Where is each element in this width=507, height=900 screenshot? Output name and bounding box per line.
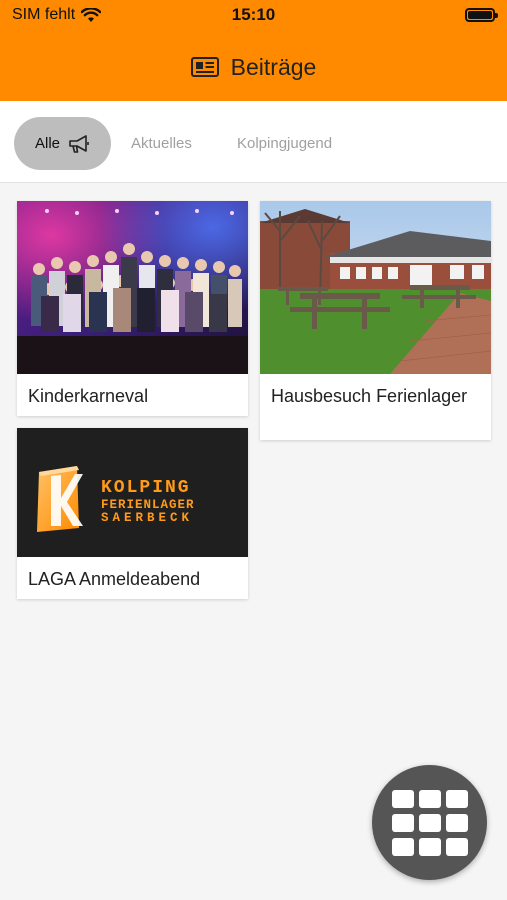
post-image: KOLPING FERIENLAGER SAERBECK [17, 428, 248, 557]
post-image [17, 201, 248, 374]
post-card-laga-anmeldeabend[interactable]: KOLPING FERIENLAGER SAERBECK LAGA Anmeld… [17, 428, 248, 599]
svg-text:SAERBECK: SAERBECK [101, 511, 193, 525]
tab-alle[interactable]: Alle [14, 117, 111, 170]
app-header: SIM fehlt 15:10 Beiträge [0, 0, 507, 101]
tab-label: Alle [34, 135, 60, 152]
post-title: Hausbesuch Ferienlager [271, 386, 468, 406]
post-card-kinderkarneval[interactable]: Kinderkarneval [17, 201, 248, 416]
newspaper-icon [190, 57, 219, 77]
tab-kolpingjugend[interactable]: Kolpingjugend [237, 117, 332, 170]
status-bar: SIM fehlt 15:10 [0, 0, 507, 32]
kolping-logo-image: KOLPING FERIENLAGER SAERBECK [17, 428, 248, 557]
battery-icon [465, 8, 498, 22]
header-title-row: Beiträge [0, 50, 507, 84]
post-card-hausbesuch-ferienlager[interactable]: Hausbesuch Ferienlager [260, 201, 491, 440]
post-title: LAGA Anmeldeabend [28, 569, 201, 589]
tab-label: Kolpingjugend [237, 135, 333, 152]
tab-aktuelles[interactable]: Aktuelles [131, 117, 192, 170]
svg-text:KOLPING: KOLPING [101, 478, 191, 498]
megaphone-icon [69, 134, 89, 153]
page-title: Beiträge [230, 53, 317, 80]
tab-label: Aktuelles [131, 135, 192, 152]
grid-menu-button[interactable] [372, 765, 487, 880]
svg-text:FERIENLAGER: FERIENLAGER [101, 498, 195, 512]
category-tabs: Alle Aktuelles Kolpingjugend [0, 101, 507, 183]
grid-menu-icon [391, 789, 468, 856]
post-title: Kinderkarneval [28, 386, 149, 406]
post-image [260, 201, 491, 374]
clock: 15:10 [231, 5, 276, 24]
